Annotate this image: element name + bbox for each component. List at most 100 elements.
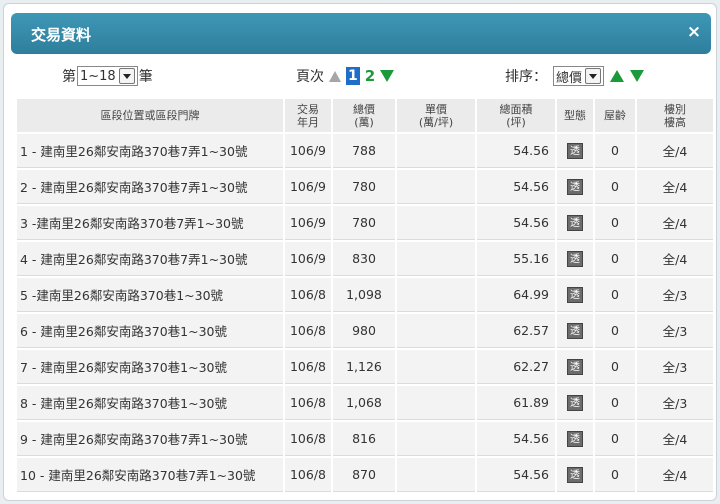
age-cell: 0: [595, 458, 635, 492]
type-cell: 透: [557, 170, 593, 204]
building-type-icon[interactable]: 透: [567, 215, 583, 231]
age-cell: 0: [595, 314, 635, 348]
sort-select[interactable]: 總價: [553, 66, 605, 86]
date-cell: 106/8: [285, 314, 331, 348]
next-page-icon[interactable]: [380, 70, 395, 82]
floor-cell: 全/3: [637, 278, 713, 312]
date-cell: 106/8: [285, 422, 331, 456]
table-row[interactable]: 10 - 建南里26鄰安南路370巷7弄1~30號 106/8 870 54.56 透 0…: [17, 458, 713, 492]
current-page: 1: [346, 67, 360, 85]
address-cell: 7 - 建南里26鄰安南路370巷1~30號: [17, 350, 283, 384]
building-type-icon[interactable]: 透: [567, 467, 583, 483]
type-cell: 透: [557, 350, 593, 384]
address-cell: 10 - 建南里26鄰安南路370巷7弄1~30號: [17, 458, 283, 492]
area-cell: 55.16: [477, 242, 555, 276]
address-cell: 9 - 建南里26鄰安南路370巷7弄1~30號: [17, 422, 283, 456]
address-cell: 1 - 建南里26鄰安南路370巷7弄1~30號: [17, 134, 283, 168]
transaction-dialog: 交易資料 × 第 1~18 筆 頁次 1 2 排序： 總價 區段位置或區段門牌 …: [3, 3, 717, 501]
age-cell: 0: [595, 350, 635, 384]
range-suffix: 筆: [138, 69, 153, 85]
date-cell: 106/8: [285, 350, 331, 384]
unit-price-cell: [397, 170, 475, 204]
sort-select-value: 總價: [556, 70, 583, 86]
unit-price-cell: [397, 242, 475, 276]
table-row[interactable]: 2 - 建南里26鄰安南路370巷7弄1~30號 106/9 780 54.56 透 0 全…: [17, 170, 713, 204]
age-cell: 0: [595, 242, 635, 276]
unit-price-cell: [397, 386, 475, 420]
table-row[interactable]: 6 - 建南里26鄰安南路370巷1~30號 106/8 980 62.57 透 0 全/3: [17, 314, 713, 348]
table-row[interactable]: 9 - 建南里26鄰安南路370巷7弄1~30號 106/8 816 54.56 透 0 全…: [17, 422, 713, 456]
unit-price-cell: [397, 422, 475, 456]
type-cell: 透: [557, 458, 593, 492]
sort-descending-icon[interactable]: [630, 70, 645, 82]
transaction-table: 區段位置或區段門牌 交易 年月 總價 (萬) 單價 (萬/坪) 總面積 (坪) 型態 屋…: [15, 97, 715, 494]
floor-cell: 全/4: [637, 170, 713, 204]
date-cell: 106/9: [285, 134, 331, 168]
building-type-icon[interactable]: 透: [567, 395, 583, 411]
building-type-icon[interactable]: 透: [567, 143, 583, 159]
building-type-icon[interactable]: 透: [567, 179, 583, 195]
dialog-titlebar: 交易資料 ×: [11, 13, 711, 54]
area-cell: 62.27: [477, 350, 555, 384]
unit-price-cell: [397, 278, 475, 312]
area-cell: 64.99: [477, 278, 555, 312]
area-cell: 54.56: [477, 170, 555, 204]
area-cell: 54.56: [477, 458, 555, 492]
range-prefix: 第: [62, 69, 76, 85]
address-cell: 6 - 建南里26鄰安南路370巷1~30號: [17, 314, 283, 348]
floor-cell: 全/3: [637, 314, 713, 348]
age-cell: 0: [595, 170, 635, 204]
table-row[interactable]: 8 - 建南里26鄰安南路370巷1~30號 106/8 1,068 61.89 透 0 全…: [17, 386, 713, 420]
date-cell: 106/9: [285, 170, 331, 204]
type-cell: 透: [557, 386, 593, 420]
chevron-down-icon: [585, 68, 602, 84]
type-cell: 透: [557, 314, 593, 348]
total-price-cell: 816: [333, 422, 395, 456]
table-row[interactable]: 5 -建南里26鄰安南路370巷1~30號 106/8 1,098 64.99 透 0 全/…: [17, 278, 713, 312]
building-type-icon[interactable]: 透: [567, 431, 583, 447]
area-cell: 61.89: [477, 386, 555, 420]
floor-cell: 全/4: [637, 422, 713, 456]
floor-cell: 全/3: [637, 386, 713, 420]
building-type-icon[interactable]: 透: [567, 323, 583, 339]
date-cell: 106/8: [285, 386, 331, 420]
floor-cell: 全/3: [637, 350, 713, 384]
sort-ascending-icon[interactable]: [610, 70, 625, 82]
age-cell: 0: [595, 278, 635, 312]
col-unit-price: 單價 (萬/坪): [397, 99, 475, 132]
total-price-cell: 1,098: [333, 278, 395, 312]
address-cell: 4 - 建南里26鄰安南路370巷7弄1~30號: [17, 242, 283, 276]
area-cell: 54.56: [477, 206, 555, 240]
total-price-cell: 788: [333, 134, 395, 168]
close-icon[interactable]: ×: [685, 23, 703, 41]
address-cell: 5 -建南里26鄰安南路370巷1~30號: [17, 278, 283, 312]
age-cell: 0: [595, 386, 635, 420]
total-price-cell: 830: [333, 242, 395, 276]
col-date: 交易 年月: [285, 99, 331, 132]
age-cell: 0: [595, 134, 635, 168]
floor-cell: 全/4: [637, 206, 713, 240]
age-cell: 0: [595, 206, 635, 240]
page-link-2[interactable]: 2: [365, 67, 375, 85]
table-row[interactable]: 4 - 建南里26鄰安南路370巷7弄1~30號 106/9 830 55.16 透 0 全…: [17, 242, 713, 276]
address-cell: 2 - 建南里26鄰安南路370巷7弄1~30號: [17, 170, 283, 204]
prev-page-icon: [329, 70, 341, 82]
building-type-icon[interactable]: 透: [567, 359, 583, 375]
unit-price-cell: [397, 314, 475, 348]
unit-price-cell: [397, 134, 475, 168]
type-cell: 透: [557, 134, 593, 168]
building-type-icon[interactable]: 透: [567, 251, 583, 267]
address-cell: 8 - 建南里26鄰安南路370巷1~30號: [17, 386, 283, 420]
table-row[interactable]: 1 - 建南里26鄰安南路370巷7弄1~30號 106/9 788 54.56 透 0 全…: [17, 134, 713, 168]
col-total: 總價 (萬): [333, 99, 395, 132]
toolbar: 第 1~18 筆 頁次 1 2 排序： 總價: [4, 66, 718, 92]
type-cell: 透: [557, 242, 593, 276]
unit-price-cell: [397, 350, 475, 384]
range-select[interactable]: 1~18: [77, 66, 138, 86]
building-type-icon[interactable]: 透: [567, 287, 583, 303]
date-cell: 106/9: [285, 242, 331, 276]
table-row[interactable]: 7 - 建南里26鄰安南路370巷1~30號 106/8 1,126 62.27 透 0 全…: [17, 350, 713, 384]
table-header: 區段位置或區段門牌 交易 年月 總價 (萬) 單價 (萬/坪) 總面積 (坪) 型態 屋…: [17, 99, 713, 132]
table-row[interactable]: 3 -建南里26鄰安南路370巷7弄1~30號 106/9 780 54.56 透 0 全/…: [17, 206, 713, 240]
range-select-value: 1~18: [80, 68, 116, 84]
